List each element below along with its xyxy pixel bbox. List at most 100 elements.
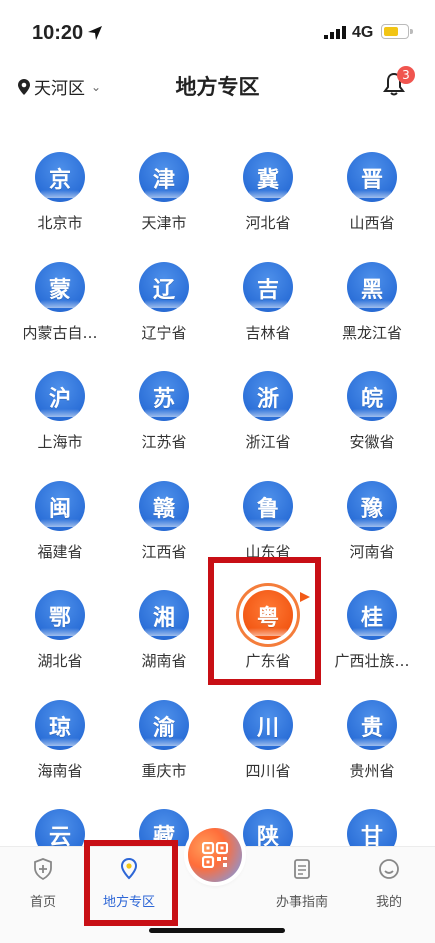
skyline-decoration	[41, 190, 79, 198]
skyline-decoration	[353, 300, 391, 308]
battery-icon	[381, 24, 413, 39]
region-label: 湖北省	[37, 652, 83, 670]
status-time: 10:20	[32, 22, 84, 44]
tab-mine[interactable]: 我的	[346, 857, 432, 910]
skyline-decoration	[249, 190, 287, 198]
region-emblem: 苏	[139, 371, 189, 421]
region-label: 天津市	[141, 214, 187, 232]
region-emblem: 辽	[139, 262, 189, 312]
region-emblem: 鲁	[243, 481, 293, 531]
region-emblem: 豫	[347, 481, 397, 531]
skyline-decoration	[41, 628, 79, 636]
skyline-decoration	[145, 738, 183, 746]
region-item[interactable]: 赣江西省	[112, 469, 216, 577]
region-emblem: 赣	[139, 481, 189, 531]
region-item[interactable]: 吉吉林省	[216, 250, 320, 358]
region-item[interactable]: 琼海南省	[8, 688, 112, 796]
region-emblem: 沪	[35, 371, 85, 421]
region-item[interactable]: 津天津市	[112, 140, 216, 248]
skyline-decoration	[249, 409, 287, 417]
top-header: 天河区 ⌄ 地方专区 3	[0, 62, 435, 108]
region-emblem: 闽	[35, 481, 85, 531]
region-label: 广西壮族…	[334, 652, 410, 670]
region-item[interactable]: 黑黑龙江省	[320, 250, 424, 358]
region-label: 上海市	[37, 433, 83, 451]
tab-home[interactable]: 首页	[0, 857, 86, 910]
region-item[interactable]: 桂广西壮族…	[320, 578, 424, 686]
home-indicator	[149, 928, 285, 933]
notification-badge: 3	[397, 66, 415, 84]
skyline-decoration	[353, 628, 391, 636]
region-item[interactable]: 渝重庆市	[112, 688, 216, 796]
region-item[interactable]: 皖安徽省	[320, 359, 424, 467]
region-label: 四川省	[245, 762, 291, 780]
region-label: 贵州省	[349, 762, 395, 780]
skyline-decoration	[41, 519, 79, 527]
tab-home-label: 首页	[29, 895, 56, 910]
region-item[interactable]: 蒙内蒙古自…	[8, 250, 112, 358]
skyline-decoration	[41, 738, 79, 746]
region-label: 吉林省	[245, 324, 291, 342]
region-label: 海南省	[37, 762, 83, 780]
skyline-decoration	[353, 409, 391, 417]
region-item[interactable]: 苏江苏省	[112, 359, 216, 467]
region-label: 浙江省	[245, 433, 291, 451]
region-item[interactable]: 冀河北省	[216, 140, 320, 248]
region-item[interactable]: 鄂湖北省	[8, 578, 112, 686]
skyline-decoration	[249, 519, 287, 527]
region-emblem: 吉	[243, 262, 293, 312]
region-emblem: 京	[35, 152, 85, 202]
region-label: 山西省	[349, 214, 395, 232]
region-emblem: 鄂	[35, 590, 85, 640]
region-item[interactable]: 湘湖南省	[112, 578, 216, 686]
region-label: 内蒙古自…	[22, 324, 98, 342]
skyline-decoration	[145, 300, 183, 308]
status-bar: 10:20 4G	[0, 0, 435, 62]
region-item[interactable]: 京北京市	[8, 140, 112, 248]
region-item[interactable]: 辽辽宁省	[112, 250, 216, 358]
page-title: 地方专区	[175, 75, 260, 99]
region-emblem: 冀	[243, 152, 293, 202]
skyline-decoration	[145, 190, 183, 198]
region-item[interactable]: 沪上海市	[8, 359, 112, 467]
region-item[interactable]: 川四川省	[216, 688, 320, 796]
skyline-decoration	[353, 738, 391, 746]
skyline-decoration	[41, 409, 79, 417]
region-emblem: 贵	[347, 700, 397, 750]
region-emblem: 渝	[139, 700, 189, 750]
region-label: 辽宁省	[141, 324, 187, 342]
region-label: 福建省	[37, 543, 83, 561]
scan-qr-button[interactable]	[188, 828, 242, 882]
tab-guide[interactable]: 办事指南	[259, 857, 345, 910]
region-emblem: 湘	[139, 590, 189, 640]
region-emblem: 桂	[347, 590, 397, 640]
region-item[interactable]: 浙浙江省	[216, 359, 320, 467]
smiley-icon	[379, 859, 399, 879]
guangdong-highlight-box	[208, 557, 321, 685]
signal-icon	[324, 26, 346, 39]
region-item[interactable]: 晋山西省	[320, 140, 424, 248]
region-emblem: 皖	[347, 371, 397, 421]
region-item[interactable]: 闽福建省	[8, 469, 112, 577]
location-arrow-icon	[88, 26, 102, 40]
region-label: 河南省	[349, 543, 395, 561]
region-item[interactable]: 贵贵州省	[320, 688, 424, 796]
skyline-decoration	[145, 628, 183, 636]
shield-plus-icon	[34, 858, 52, 881]
region-label: 湖南省	[141, 652, 187, 670]
region-item[interactable]: 豫河南省	[320, 469, 424, 577]
tab-guide-label: 办事指南	[275, 895, 328, 910]
tab-mine-label: 我的	[375, 895, 402, 910]
skyline-decoration	[249, 738, 287, 746]
qr-code-icon	[202, 842, 228, 868]
region-label: 江西省	[141, 543, 187, 561]
region-emblem: 琼	[35, 700, 85, 750]
region-label: 北京市	[37, 214, 83, 232]
region-emblem: 川	[243, 700, 293, 750]
skyline-decoration	[41, 300, 79, 308]
region-emblem: 晋	[347, 152, 397, 202]
region-label: 河北省	[245, 214, 291, 232]
region-label: 江苏省	[141, 433, 187, 451]
region-label: 安徽省	[349, 433, 395, 451]
skyline-decoration	[353, 190, 391, 198]
